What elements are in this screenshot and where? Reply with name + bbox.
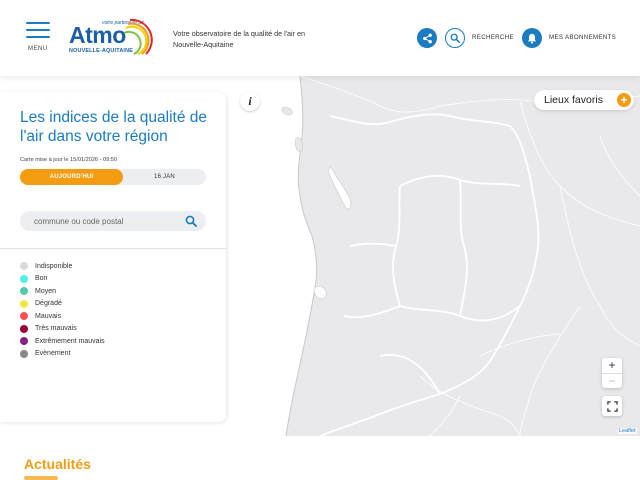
zoom-control: + − (602, 358, 622, 388)
news-underline (24, 476, 58, 480)
menu-label: MENU (28, 46, 48, 52)
favorite-places-label: Lieux favoris (544, 94, 603, 106)
panel-title: Les indices de la qualité de l'air dans … (20, 109, 207, 145)
news-section-title: Actualités (24, 456, 91, 472)
legend-item-bon: Bon (20, 273, 105, 286)
site-header: MENU votre partenaire air Atmo NOUVELLE-… (0, 0, 640, 76)
legend-item-tres-mauvais: Très mauvais (20, 323, 105, 336)
menu-button[interactable] (26, 22, 50, 43)
air-quality-legend: Indisponible Bon Moyen Dégradé Mauvais T… (20, 260, 105, 360)
legend-label: Moyen (35, 287, 57, 295)
legend-dot (20, 349, 28, 358)
recherche-label[interactable]: RECHERCHE (472, 34, 514, 41)
legend-item-moyen: Moyen (20, 285, 105, 298)
fullscreen-icon (606, 400, 618, 412)
logo-wordmark: Atmo (69, 22, 126, 48)
legend-dot (20, 274, 28, 283)
legend-label: Indisponible (35, 262, 73, 270)
tab-today[interactable]: AUJOURD'HUI (20, 169, 123, 185)
favorite-places-button[interactable]: Lieux favoris + (534, 90, 634, 110)
add-icon[interactable]: + (617, 93, 631, 107)
map-update-timestamp: Carte mise à jour le 15/01/2026 - 09:50 (20, 157, 118, 163)
atmo-logo[interactable]: votre partenaire air Atmo NOUVELLE-AQUIT… (66, 14, 158, 62)
legend-item-mauvais: Mauvais (20, 310, 105, 323)
fullscreen-button[interactable] (602, 396, 622, 416)
bell-icon (527, 33, 537, 44)
legend-label: Bon (35, 275, 48, 283)
tab-tomorrow[interactable]: 16 JAN (123, 169, 206, 185)
share-icon (422, 33, 432, 43)
legend-item-evenement: Evènement (20, 348, 105, 361)
share-button[interactable] (417, 28, 437, 48)
commune-search-input[interactable] (34, 213, 174, 229)
hamburger-icon (26, 22, 50, 24)
hamburger-bar (26, 29, 50, 31)
subscriptions-label[interactable]: MES ABONNEMENTS (549, 34, 616, 41)
legend-dot (20, 287, 28, 296)
legend-label: Mauvais (35, 312, 62, 320)
legend-dot (20, 324, 28, 333)
legend-item-indisponible: Indisponible (20, 260, 105, 273)
legend-dot (20, 299, 28, 308)
legend-label: Extrêmement mauvais (35, 337, 105, 345)
info-button[interactable]: i (240, 91, 260, 111)
hamburger-bar (26, 36, 50, 38)
commune-search-button[interactable] (185, 214, 197, 232)
legend-label: Evènement (35, 350, 71, 358)
leaflet-attribution-link[interactable]: Leaflet (618, 428, 637, 434)
zoom-in-button[interactable]: + (602, 358, 622, 373)
panel-divider (0, 248, 226, 249)
legend-label: Très mauvais (35, 325, 77, 333)
search-icon (185, 215, 197, 227)
site-tagline: Votre observatoire de la qualité de l'ai… (173, 29, 306, 49)
legend-item-degrade: Dégradé (20, 298, 105, 311)
legend-label: Dégradé (35, 300, 62, 308)
commune-search (20, 211, 206, 231)
subscriptions-button[interactable] (522, 28, 542, 48)
legend-dot (20, 337, 28, 346)
legend-dot (20, 312, 28, 321)
header-search-button[interactable] (445, 28, 465, 48)
day-selector: AUJOURD'HUI 16 JAN (20, 169, 206, 185)
search-icon (450, 33, 460, 43)
air-quality-panel: Les indices de la qualité de l'air dans … (0, 92, 226, 422)
legend-dot (20, 262, 28, 271)
zoom-out-button[interactable]: − (602, 373, 622, 388)
logo-region: NOUVELLE-AQUITAINE (69, 48, 133, 54)
legend-item-extremement-mauvais: Extrêmement mauvais (20, 335, 105, 348)
